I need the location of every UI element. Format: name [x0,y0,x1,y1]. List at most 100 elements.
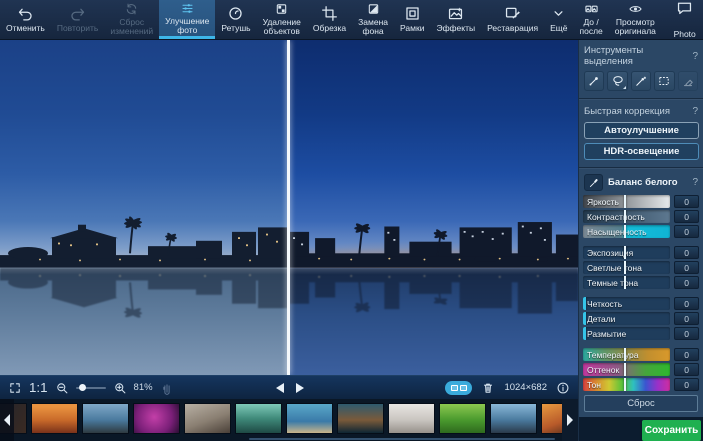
reset-button[interactable]: Сброс [584,395,698,412]
exposure-track[interactable]: Экспозиция [583,246,670,259]
chevron-down-icon [550,5,567,22]
view-original-button[interactable]: Просмотр оригинала [609,0,662,39]
help-white-balance-button[interactable]: ? [692,177,698,188]
highlights-track[interactable]: Светлые тона [583,261,670,274]
before-after-divider[interactable] [287,40,290,375]
trash-icon [481,381,495,395]
tab-effects[interactable]: Эффекты [430,0,481,39]
zoom-in-button[interactable] [113,381,127,395]
thumbnail[interactable] [235,403,282,434]
slider-thumb[interactable] [583,312,586,325]
thumbnail[interactable] [31,403,78,434]
saturation-value[interactable]: 0 [674,225,699,238]
tab-crop[interactable]: Обрезка [307,0,352,39]
brightness-track[interactable]: Яркость [583,195,670,208]
shadows-track[interactable]: Темные тона [583,276,670,289]
slider-thumb[interactable] [583,327,586,340]
slider-highlights: Светлые тона 0 [579,260,703,275]
saturation-track[interactable]: Насыщенность [583,225,670,238]
frame-icon [404,5,421,22]
clarity-value[interactable]: 0 [674,297,699,310]
slider-thumb[interactable] [624,363,626,376]
actual-size-button[interactable]: 1:1 [29,380,48,395]
tab-retouch[interactable]: Ретушь [215,0,256,39]
contrast-track[interactable]: Контрастность [583,210,670,223]
slider-thumb[interactable] [624,225,626,238]
details-value[interactable]: 0 [674,312,699,325]
selection-eraser-tool[interactable] [678,71,698,91]
selection-brush-tool[interactable] [584,71,604,91]
thumbnail[interactable] [133,403,180,434]
zoom-slider[interactable] [76,387,106,389]
slider-thumb[interactable] [624,261,626,274]
hand-tool-button[interactable] [160,381,174,395]
zoom-slider-knob[interactable] [79,384,86,391]
effects-icon [447,5,464,22]
fit-to-screen-button[interactable] [8,381,22,395]
save-button[interactable]: Сохранить [642,420,701,441]
exposure-value[interactable]: 0 [674,246,699,259]
hue-value[interactable]: 0 [674,378,699,391]
before-after-button[interactable]: До / после [573,0,608,39]
slider-thumb[interactable] [583,297,586,310]
tab-remove-objects[interactable]: Удаление объектов [257,0,307,39]
temperature-track[interactable]: Температура [583,348,670,361]
redo-button[interactable]: Повторить [51,0,105,39]
highlights-value[interactable]: 0 [674,261,699,274]
filmstrip-scrollbar[interactable] [249,438,555,440]
slider-thumb[interactable] [624,195,626,208]
thumbnail[interactable] [439,403,486,434]
hue-track[interactable]: Тон [583,378,670,391]
filmstrip-scroll-right-button[interactable] [562,399,578,441]
zoom-out-button[interactable] [55,381,69,395]
tab-more[interactable]: Ещё [544,0,573,39]
thumbnail[interactable] [490,403,537,434]
details-track[interactable]: Детали [583,312,670,325]
thumbnail[interactable] [388,403,435,434]
temperature-value[interactable]: 0 [674,348,699,361]
quick-correction-title: Быстрая коррекция [584,106,670,117]
marquee-selection-tool[interactable] [654,71,674,91]
hdr-lighting-button[interactable]: HDR-освещение [584,143,699,160]
chevron-right-icon [567,414,573,426]
magic-wand-tool[interactable] [631,71,651,91]
slider-thumb[interactable] [624,246,626,259]
reset-changes-icon [123,2,140,16]
tint-track[interactable]: Оттенок [583,363,670,376]
blur-track[interactable]: Размытие [583,327,670,340]
tab-enhance-photo[interactable]: Улучшение фото [159,0,215,39]
tint-value[interactable]: 0 [674,363,699,376]
tab-replace-background[interactable]: Замена фона [352,0,394,39]
tab-frames[interactable]: Рамки [394,0,430,39]
slider-thumb[interactable] [624,210,626,223]
blur-value[interactable]: 0 [674,327,699,340]
shadows-value[interactable]: 0 [674,276,699,289]
auto-enhance-button[interactable]: Автоулучшение [584,122,699,139]
thumbnail[interactable] [184,403,231,434]
image-canvas[interactable] [0,40,578,375]
brightness-value[interactable]: 0 [674,195,699,208]
help-selection-tools-button[interactable]: ? [692,51,698,62]
thumbnail[interactable] [82,403,129,434]
slider-thumb[interactable] [624,378,626,391]
undo-button[interactable]: Отменить [0,0,51,39]
delete-photo-button[interactable] [481,381,495,395]
next-photo-button[interactable] [296,383,304,393]
filmstrip-scroll-left-button[interactable] [0,399,14,441]
slider-thumb[interactable] [624,348,626,361]
previous-photo-button[interactable] [276,383,284,393]
contrast-value[interactable]: 0 [674,210,699,223]
tab-restoration[interactable]: Реставрация [481,0,544,39]
eye-icon [627,2,644,16]
thumbnail[interactable] [286,403,333,434]
reset-changes-button[interactable]: Сброс изменений [104,0,159,39]
lasso-tool[interactable] [607,71,627,91]
compare-view-toggle[interactable] [445,381,472,395]
help-quick-correction-button[interactable]: ? [692,106,698,117]
photo-manager-button[interactable]: New Photo Manager [662,0,703,39]
white-balance-pipette-button[interactable] [584,174,603,191]
slider-thumb[interactable] [624,276,626,289]
thumbnail[interactable] [337,403,384,434]
info-button[interactable] [556,381,570,395]
clarity-track[interactable]: Четкость [583,297,670,310]
